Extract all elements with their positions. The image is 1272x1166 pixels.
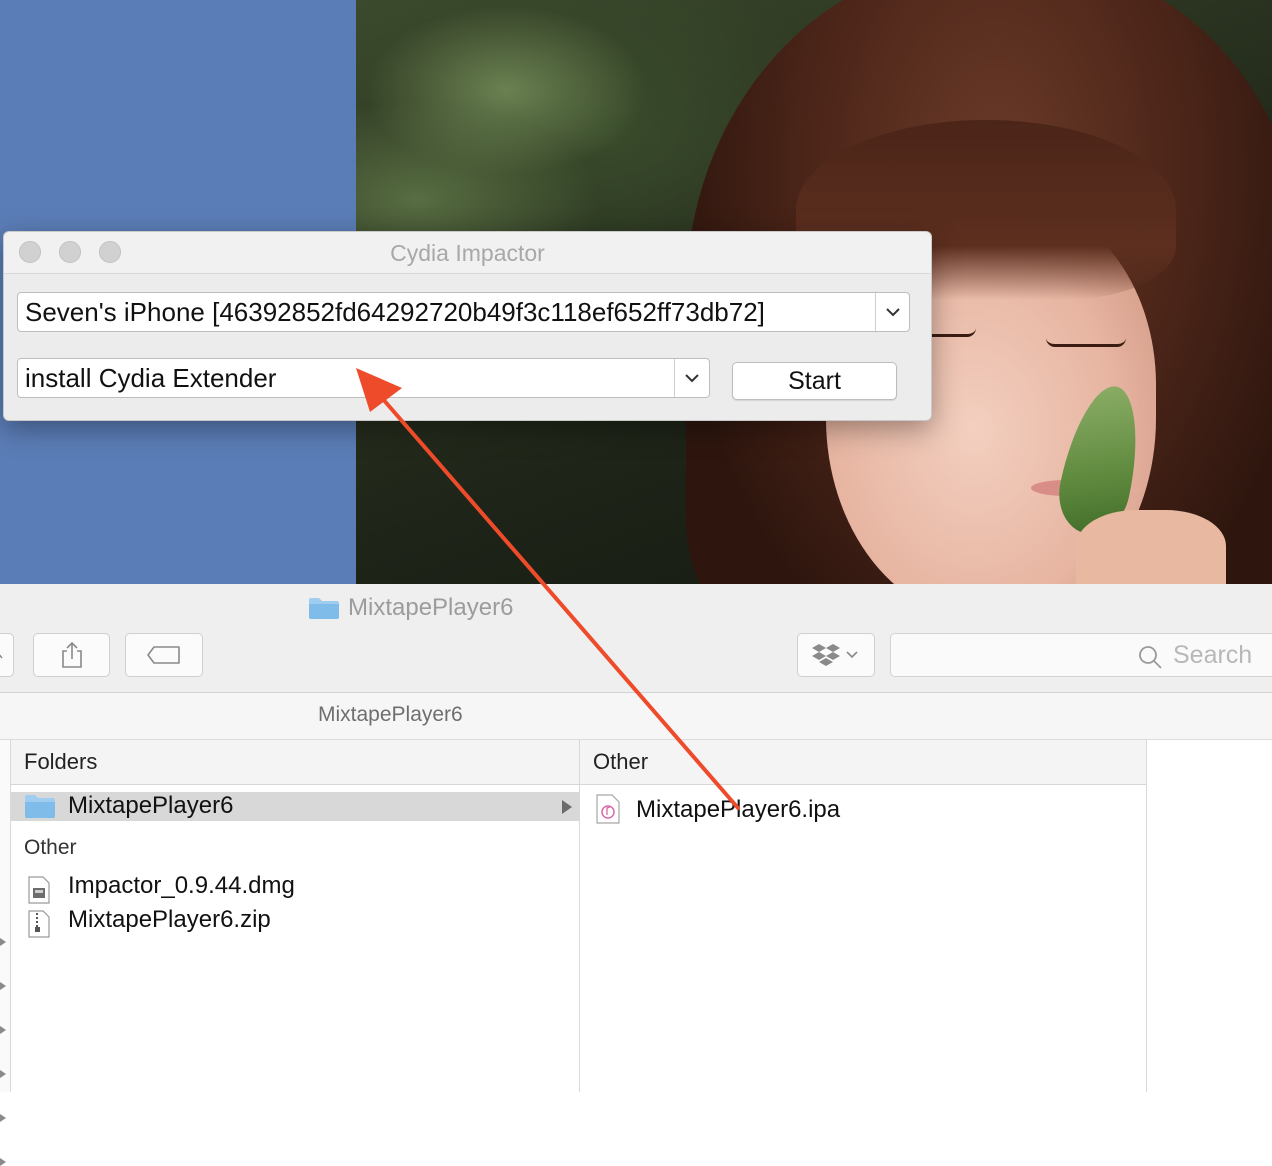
dropbox-button[interactable] bbox=[797, 633, 875, 677]
disclosure-icon bbox=[0, 1026, 6, 1034]
column-header[interactable]: Other bbox=[580, 740, 1146, 785]
finder-title-text: MixtapePlayer6 bbox=[348, 594, 514, 621]
share-icon bbox=[61, 641, 82, 668]
impactor-title: Cydia Impactor bbox=[390, 240, 545, 266]
file-name: Impactor_0.9.44.dmg bbox=[68, 872, 295, 899]
disclosure-icon bbox=[0, 938, 6, 946]
list-item-selected-folder[interactable]: MixtapePlayer6 bbox=[11, 792, 579, 821]
view-options-button[interactable] bbox=[0, 633, 14, 677]
cydia-impactor-window: Cydia Impactor Seven's iPhone [46392852f… bbox=[3, 231, 932, 421]
search-placeholder: Search bbox=[1173, 641, 1253, 669]
finder-titlebar: MixtapePlayer6 Search bbox=[0, 584, 1272, 693]
path-title: MixtapePlayer6 bbox=[318, 703, 463, 726]
previous-column[interactable] bbox=[0, 740, 11, 1166]
disclosure-icon bbox=[0, 1158, 6, 1166]
finder-window: MixtapePlayer6 Search MixtapePlayer6 Fol… bbox=[0, 584, 1272, 1166]
column-folders: Folders MixtapePlayer6 Other Impactor_0.… bbox=[11, 740, 580, 1092]
group-label-other: Other bbox=[24, 836, 77, 859]
finder-window-title: MixtapePlayer6 bbox=[308, 594, 513, 622]
chevron-down-icon bbox=[685, 374, 699, 383]
action-select[interactable]: install Cydia Extender bbox=[17, 358, 710, 398]
disclosure-icon bbox=[0, 1114, 6, 1122]
column-header-label: Other bbox=[593, 749, 649, 774]
dropbox-icon bbox=[812, 644, 858, 666]
folder-icon bbox=[309, 598, 339, 619]
search-icon bbox=[1139, 646, 1162, 669]
folder-icon bbox=[25, 795, 55, 818]
folder-name: MixtapePlayer6 bbox=[68, 792, 234, 819]
finder-path-title-bar: MixtapePlayer6 bbox=[0, 693, 1272, 740]
disclosure-arrow-icon bbox=[562, 800, 572, 814]
tag-icon bbox=[147, 646, 180, 664]
device-select-value: Seven's iPhone [46392852fd64292720b49f3c… bbox=[25, 297, 765, 327]
disclosure-icon bbox=[0, 982, 6, 990]
start-button[interactable]: Start bbox=[732, 362, 897, 400]
wallpaper-eye-right bbox=[1046, 338, 1126, 347]
action-select-dropdown[interactable] bbox=[674, 359, 709, 397]
edit-tags-button[interactable] bbox=[125, 633, 203, 677]
column-header[interactable]: Folders bbox=[11, 740, 579, 785]
search-field[interactable]: Search bbox=[890, 633, 1272, 677]
device-select-dropdown[interactable] bbox=[875, 293, 909, 331]
disclosure-icon bbox=[0, 1070, 6, 1078]
share-button[interactable] bbox=[33, 633, 110, 677]
file-name: MixtapePlayer6.zip bbox=[68, 906, 271, 933]
column-header-label: Folders bbox=[24, 749, 98, 774]
ipa-file-icon bbox=[596, 794, 620, 824]
wallpaper-hand bbox=[1076, 510, 1226, 584]
device-select[interactable]: Seven's iPhone [46392852fd64292720b49f3c… bbox=[17, 292, 910, 332]
action-select-value: install Cydia Extender bbox=[25, 363, 277, 393]
zip-file-icon bbox=[28, 910, 50, 938]
chevron-down-icon bbox=[885, 308, 900, 317]
column-other: Other MixtapePlayer6.ipa bbox=[580, 740, 1147, 1092]
impactor-titlebar[interactable]: Cydia Impactor bbox=[4, 232, 931, 274]
file-name: MixtapePlayer6.ipa bbox=[636, 796, 841, 823]
chevron-down-icon bbox=[0, 654, 3, 659]
dmg-file-icon bbox=[28, 876, 50, 904]
